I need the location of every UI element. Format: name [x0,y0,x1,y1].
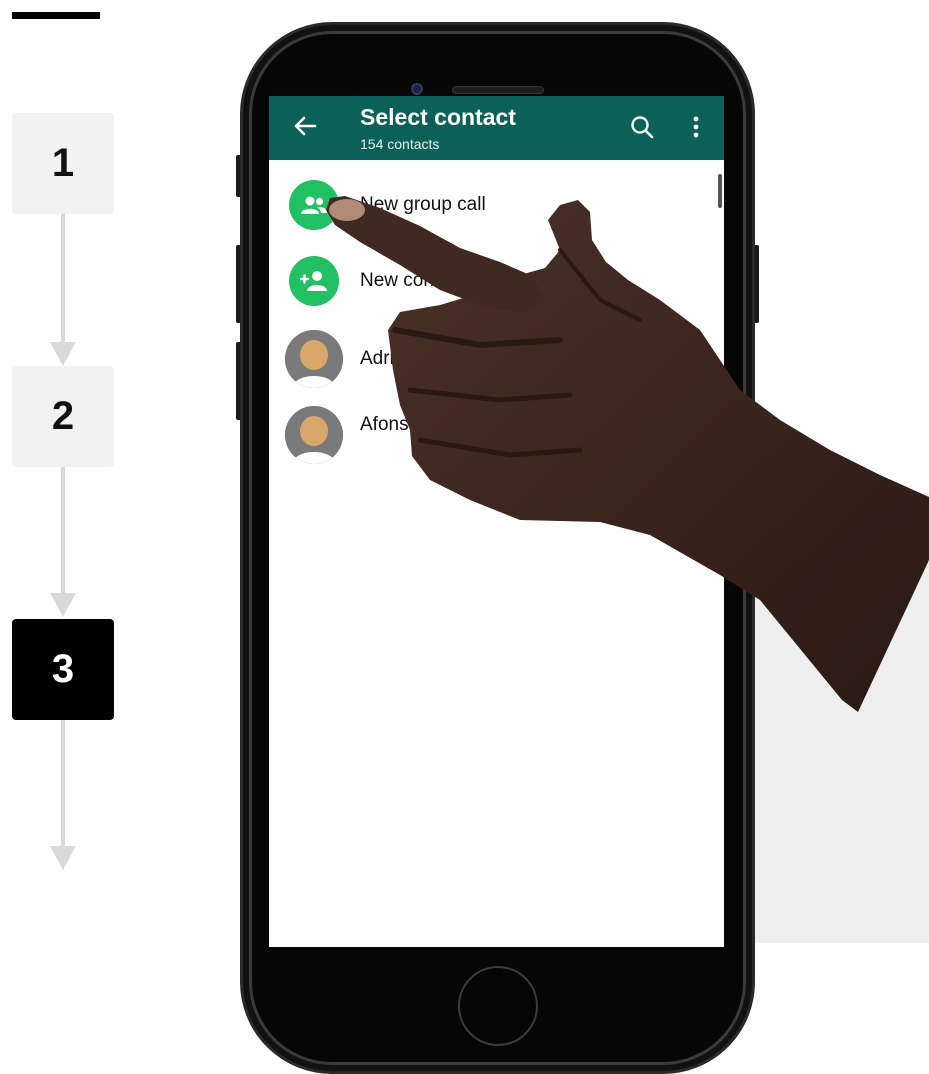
step-number: 1 [51,141,75,185]
front-camera [411,83,423,95]
background-panel [740,494,929,943]
contact-name: Adriano [360,348,426,369]
list-item-new-contact[interactable]: New contact [269,246,724,316]
tutorial-stage: 1 2 3 Select contact 154 contacts New gr… [0,0,929,1074]
step-2-box: 2 [12,366,114,467]
contact-count: 154 contacts [360,136,440,152]
list-item-label: New contact [360,270,465,291]
avatar [285,330,343,388]
back-arrow-icon[interactable] [291,112,319,140]
earpiece-speaker [452,86,544,94]
rail-connector [61,214,65,344]
step-number: 2 [51,394,75,438]
home-button[interactable] [458,966,538,1046]
step-number: 3 [51,647,75,691]
contact-name: Afonso [360,414,420,435]
list-item-new-group-call[interactable]: New group call [269,170,724,240]
avatar [285,406,343,464]
rail-connector [61,467,65,595]
down-arrow-icon [50,593,76,617]
phone-screen: Select contact 154 contacts New group ca… [269,96,724,947]
rail-connector [61,720,65,848]
list-item-contact[interactable]: Adriano [269,324,724,394]
page-title: Select contact [360,104,516,130]
step-3-box: 3 [12,619,114,720]
down-arrow-icon [50,342,76,366]
top-accent-bar [12,12,100,19]
group-call-icon [289,180,339,230]
step-1-box: 1 [12,113,114,214]
list-item-contact[interactable]: Afonso [269,400,724,470]
down-arrow-icon [50,846,76,870]
search-icon[interactable] [629,114,655,140]
list-item-label: New group call [360,194,486,215]
more-options-icon[interactable] [687,114,705,140]
app-header: Select contact 154 contacts [269,96,724,160]
add-contact-icon [289,256,339,306]
